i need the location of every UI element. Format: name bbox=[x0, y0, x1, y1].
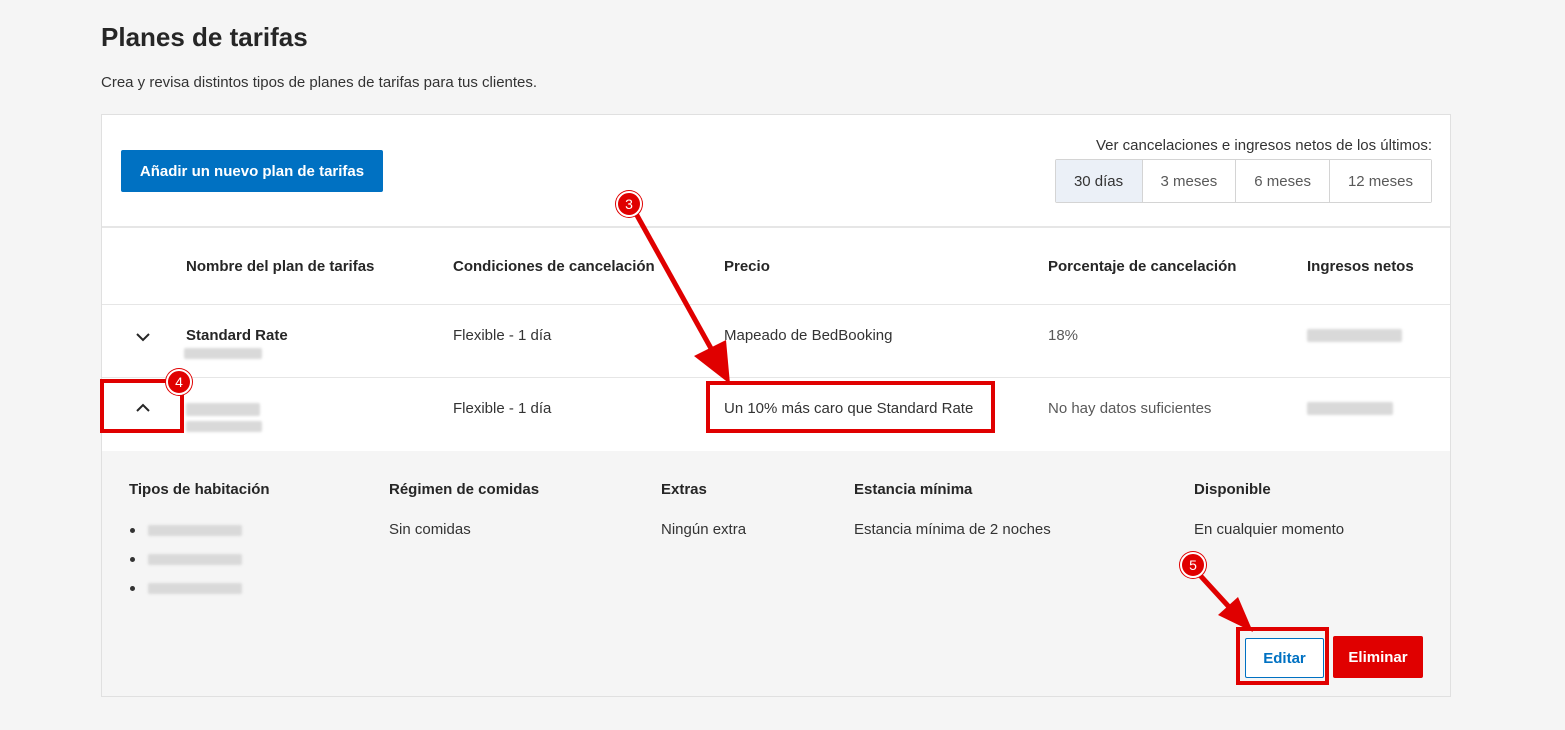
highlight-box-price bbox=[706, 381, 995, 433]
header-net-revenue: Ingresos netos bbox=[1307, 258, 1414, 275]
divider bbox=[102, 226, 1450, 228]
period-6-months[interactable]: 6 meses bbox=[1235, 160, 1329, 202]
step-marker-3: 3 bbox=[616, 191, 642, 217]
expand-row-button[interactable] bbox=[128, 322, 158, 352]
extras-value: Ningún extra bbox=[661, 521, 747, 538]
meal-plan-value: Sin comidas bbox=[389, 521, 471, 538]
availability-value: En cualquier momento bbox=[1194, 521, 1345, 538]
header-price: Precio bbox=[724, 258, 770, 275]
list-bullet bbox=[130, 528, 135, 533]
cancellation-terms: Flexible - 1 día bbox=[453, 327, 552, 344]
blurred-text bbox=[186, 421, 262, 432]
blurred-revenue bbox=[1307, 329, 1402, 342]
min-stay-value: Estancia mínima de 2 noches bbox=[854, 521, 1051, 538]
blurred-room-type bbox=[148, 554, 242, 565]
page-subtitle: Crea y revisa distintos tipos de planes … bbox=[101, 74, 538, 91]
period-3-months[interactable]: 3 meses bbox=[1141, 160, 1236, 202]
step-marker-4: 4 bbox=[166, 369, 192, 395]
divider bbox=[102, 377, 1450, 378]
blurred-room-type bbox=[148, 583, 242, 594]
blurred-revenue bbox=[1307, 402, 1393, 415]
blurred-plan-name bbox=[186, 403, 260, 416]
period-selector: 30 días 3 meses 6 meses 12 meses bbox=[1054, 159, 1432, 203]
chevron-down-icon bbox=[136, 333, 150, 342]
detail-header-meal-plan: Régimen de comidas bbox=[389, 481, 540, 498]
blurred-room-type bbox=[148, 525, 242, 536]
detail-header-room-types: Tipos de habitación bbox=[129, 481, 270, 498]
plan-name: Standard Rate bbox=[186, 327, 288, 344]
detail-header-extras: Extras bbox=[661, 481, 707, 498]
step-marker-5: 5 bbox=[1180, 552, 1206, 578]
cancel-pct: No hay datos suficientes bbox=[1048, 400, 1212, 417]
cancellation-terms: Flexible - 1 día bbox=[453, 400, 552, 417]
header-cancellation: Condiciones de cancelación bbox=[453, 258, 655, 275]
header-plan-name: Nombre del plan de tarifas bbox=[186, 258, 375, 275]
delete-button[interactable]: Eliminar bbox=[1333, 636, 1423, 678]
detail-header-availability: Disponible bbox=[1194, 481, 1271, 498]
period-12-months[interactable]: 12 meses bbox=[1328, 160, 1431, 202]
divider bbox=[102, 304, 1450, 305]
page-title: Planes de tarifas bbox=[101, 22, 308, 52]
price: Mapeado de BedBooking bbox=[724, 327, 893, 344]
list-bullet bbox=[130, 557, 135, 562]
cancel-pct: 18% bbox=[1048, 327, 1079, 344]
add-rate-plan-button[interactable]: Añadir un nuevo plan de tarifas bbox=[121, 150, 383, 192]
highlight-box-edit bbox=[1236, 627, 1329, 685]
header-cancel-pct: Porcentaje de cancelación bbox=[1048, 258, 1237, 275]
list-bullet bbox=[130, 586, 135, 591]
period-30-days[interactable]: 30 días bbox=[1055, 160, 1142, 202]
blurred-text bbox=[184, 348, 262, 359]
period-label: Ver cancelaciones e ingresos netos de lo… bbox=[1095, 137, 1432, 154]
detail-header-min-stay: Estancia mínima bbox=[854, 481, 973, 498]
